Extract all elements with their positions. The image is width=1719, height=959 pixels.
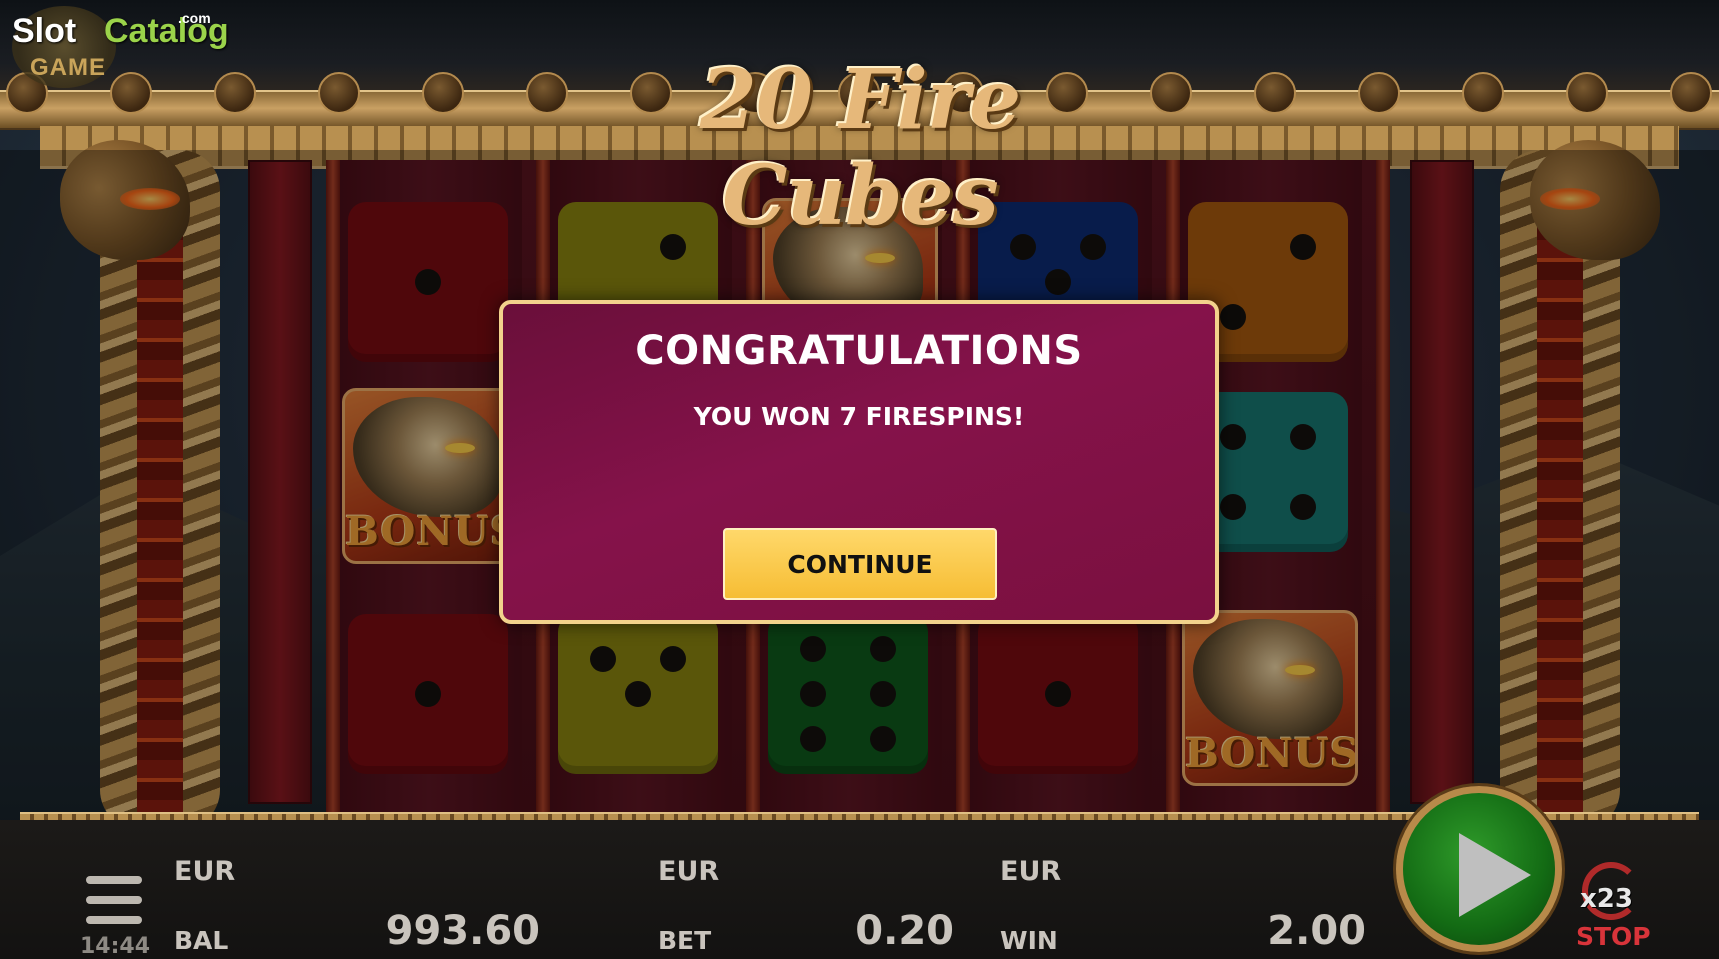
logo-slot-text: Slot	[12, 12, 77, 50]
menu-icon-line	[86, 916, 142, 924]
win-value: 2.00	[1267, 908, 1366, 954]
roof-knob	[1358, 72, 1400, 114]
bet-currency: EUR	[658, 856, 720, 887]
win-currency: EUR	[1000, 856, 1062, 887]
play-icon	[1459, 833, 1531, 917]
game-stage: BONUSBONUSBONUS 20 Fire Cubes Slot Catal…	[0, 0, 1719, 959]
roof-knob	[1462, 72, 1504, 114]
stop-label: STOP	[1576, 922, 1651, 951]
roof-knob	[1566, 72, 1608, 114]
autoplay-count: x23	[1580, 884, 1633, 914]
spin-button[interactable]	[1396, 786, 1562, 952]
dialog-title: CONGRATULATIONS	[635, 328, 1083, 374]
bet-label[interactable]: BET	[658, 926, 711, 955]
logo-game-text: GAME	[30, 54, 106, 81]
win-dialog: CONGRATULATIONS YOU WON 7 FIRESPINS! CON…	[499, 300, 1219, 624]
roof-knob	[422, 72, 464, 114]
balance-currency: EUR	[174, 856, 236, 887]
game-title: 20 Fire Cubes	[699, 52, 1021, 244]
bet-value[interactable]: 0.20	[760, 908, 954, 954]
menu-icon-line	[86, 896, 142, 904]
menu-button[interactable]	[86, 876, 142, 926]
slotcatalog-logo: Slot Catalog .com GAME	[8, 6, 229, 88]
balance-label: BAL	[174, 926, 229, 955]
logo-com-text: .com	[178, 10, 211, 26]
continue-button[interactable]: CONTINUE	[723, 528, 997, 600]
menu-icon-line	[86, 876, 142, 884]
roof-knob	[214, 72, 256, 114]
autoplay-stop-button[interactable]: x23 STOP	[1574, 862, 1654, 954]
win-label: WIN	[1000, 926, 1058, 955]
dialog-message: YOU WON 7 FIRESPINS!	[693, 402, 1025, 431]
balance-value: 993.60	[385, 908, 540, 954]
roof-knob	[1254, 72, 1296, 114]
roof-knob	[318, 72, 360, 114]
clock: 14:44	[80, 934, 151, 959]
roof-knob	[1670, 72, 1712, 114]
roof-knob	[110, 72, 152, 114]
